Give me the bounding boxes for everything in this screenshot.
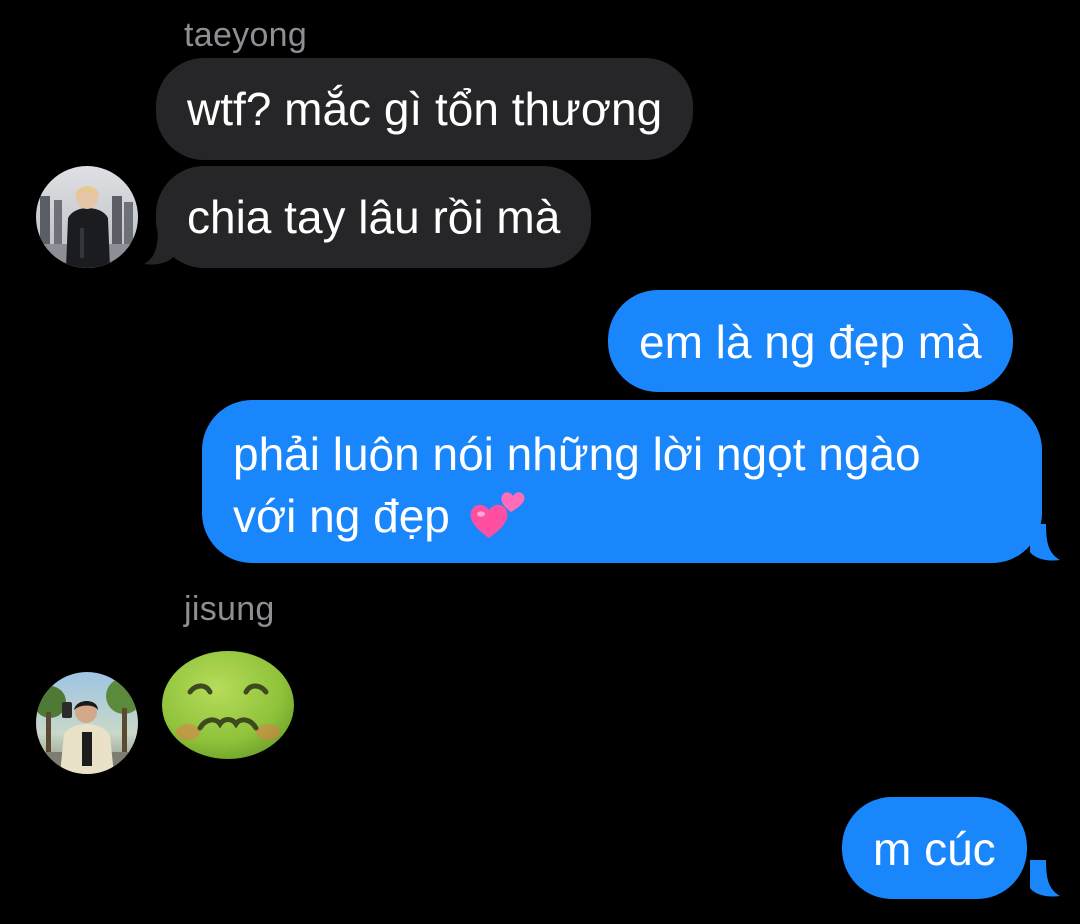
message-text: với ng đẹp [233, 490, 450, 542]
outgoing-message-bubble[interactable]: m cúc [842, 797, 1027, 899]
bubble-tail-icon [144, 228, 174, 265]
message-text: wtf? mắc gì tổn thương [187, 83, 663, 135]
avatar-jisung[interactable] [36, 672, 138, 774]
outgoing-message-bubble[interactable]: phải luôn nói những lời ngọt ngào với ng… [202, 400, 1042, 563]
nauseated-face-emoji-icon[interactable] [160, 650, 296, 760]
two-hearts-emoji-icon [470, 492, 525, 538]
profile-photo-icon [36, 166, 138, 268]
incoming-message-bubble[interactable]: chia tay lâu rồi mà [156, 166, 592, 268]
profile-photo-icon [36, 672, 138, 774]
outgoing-message-bubble[interactable]: em là ng đẹp mà [608, 290, 1013, 392]
message-text-line: phải luôn nói những lời ngọt ngào [233, 428, 921, 480]
sender-name-jisung: jisung [184, 590, 275, 628]
sender-name-taeyong: taeyong [184, 16, 308, 54]
bubble-tail-icon [1030, 524, 1060, 561]
bubble-tail-icon [1030, 860, 1060, 897]
message-text-line: với ng đẹp [233, 484, 1011, 546]
message-text: em là ng đẹp mà [639, 316, 982, 368]
avatar-taeyong[interactable] [36, 166, 138, 268]
message-text: m cúc [873, 823, 996, 875]
incoming-message-bubble[interactable]: wtf? mắc gì tổn thương [156, 58, 694, 160]
message-text: chia tay lâu rồi mà [187, 191, 561, 243]
